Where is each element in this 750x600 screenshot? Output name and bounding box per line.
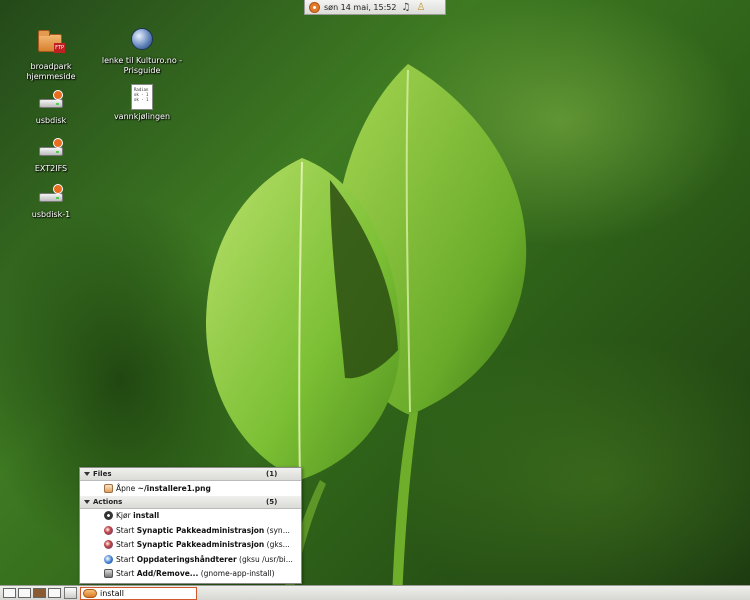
- workspace-2[interactable]: [18, 588, 31, 598]
- result-item-update-manager[interactable]: Start Oppdateringshåndterer (gksu /usr/b…: [80, 552, 301, 567]
- result-suffix: (gnome-app-install): [198, 569, 275, 579]
- result-name: ~/installere1.png: [137, 483, 211, 493]
- section-header-files[interactable]: Files (1): [80, 468, 301, 481]
- deskbar-search-box[interactable]: [80, 587, 197, 600]
- workspace-3[interactable]: [33, 588, 46, 598]
- result-prefix: Start: [116, 554, 137, 564]
- gear-icon: [104, 511, 113, 521]
- result-name: install: [133, 511, 160, 521]
- add-remove-apps-icon: [104, 569, 113, 579]
- result-prefix: Åpne: [116, 483, 138, 493]
- desktop-icon-usbdisk[interactable]: usbdisk: [6, 88, 96, 126]
- result-item-open-file[interactable]: Åpne ~/installere1.png: [80, 481, 301, 496]
- result-prefix: Start: [116, 525, 137, 535]
- desktop-icon-label: vannkjølingen: [113, 112, 171, 121]
- removable-drive-icon: [38, 182, 64, 208]
- section-title: Files: [93, 470, 112, 478]
- ftp-folder-icon: FTP: [38, 30, 65, 60]
- section-count: (5): [266, 497, 278, 506]
- image-file-icon: [104, 483, 113, 493]
- synaptic-package-icon: [104, 525, 113, 535]
- desktop-icon-broadpark[interactable]: FTP broadpark hjemmeside: [6, 28, 96, 82]
- update-manager-icon: [104, 554, 113, 564]
- show-desktop-icon[interactable]: [64, 587, 77, 599]
- text-document-icon: Radian ok - 1 ok - 1: [129, 84, 155, 110]
- result-name: Synaptic Pakkeadministrasjon: [136, 540, 265, 550]
- result-item-add-remove[interactable]: Start Add/Remove... (gnome-app-install): [80, 567, 301, 582]
- workspace-1[interactable]: [3, 588, 16, 598]
- section-header-actions[interactable]: Actions (5): [80, 495, 301, 509]
- section-count: (1): [266, 470, 278, 478]
- result-item-synaptic-1[interactable]: Start Synaptic Pakkeadministrasjon (syn.…: [80, 523, 301, 538]
- section-title: Actions: [93, 497, 123, 506]
- deskbar-results-popup: Files (1) Åpne ~/installere1.png Actions…: [79, 467, 302, 584]
- search-input[interactable]: [100, 589, 190, 598]
- collapse-triangle-icon[interactable]: [84, 472, 90, 476]
- result-prefix: Start: [116, 569, 137, 579]
- music-note-icon[interactable]: ♫: [400, 2, 411, 13]
- doc-preview-line: ok - 1: [134, 97, 149, 102]
- removable-drive-icon: [38, 88, 64, 114]
- removable-drive-icon: [38, 136, 64, 162]
- desktop-icon-kulturo[interactable]: lenke til Kulturo.no - Prisguide: [97, 28, 187, 76]
- top-panel: søn 14 mai, 15:52 ♫ ♙: [304, 0, 446, 15]
- workspace-switcher: [3, 588, 61, 598]
- result-prefix: Start: [116, 540, 137, 550]
- panel-clock[interactable]: søn 14 mai, 15:52: [324, 3, 396, 12]
- desktop-icon-ext2ifs[interactable]: EXT2IFS: [6, 136, 96, 174]
- desktop-icon-label: usbdisk: [35, 116, 67, 125]
- desktop-icon-label: usbdisk-1: [31, 210, 71, 219]
- result-item-run-install[interactable]: Kjør install: [80, 509, 301, 524]
- globe-link-icon: [129, 28, 155, 54]
- result-item-synaptic-2[interactable]: Start Synaptic Pakkeadministrasjon (gks.…: [80, 538, 301, 553]
- collapse-triangle-icon[interactable]: [84, 499, 90, 504]
- desktop-icon-usbdisk-1[interactable]: usbdisk-1: [6, 182, 96, 220]
- result-suffix: (syn...: [264, 525, 290, 535]
- desktop-icon-label: lenke til Kulturo.no - Prisguide: [101, 56, 183, 75]
- result-suffix: (gks...: [264, 540, 290, 550]
- desktop-icon-label: EXT2IFS: [34, 164, 68, 173]
- desktop-icon-label: broadpark hjemmeside: [26, 62, 76, 81]
- result-prefix: Kjør: [116, 511, 134, 521]
- desktop-icon-vannkjolingen[interactable]: Radian ok - 1 ok - 1 vannkjølingen: [97, 84, 187, 122]
- result-suffix: (gksu /usr/bi...: [236, 554, 293, 564]
- bottom-panel: [0, 585, 750, 600]
- deskbar-search-icon[interactable]: [83, 589, 97, 598]
- ubuntu-logo-icon[interactable]: [309, 1, 320, 13]
- workspace-4[interactable]: [48, 588, 61, 598]
- synaptic-package-icon: [104, 540, 113, 550]
- result-name: Oppdateringshåndterer: [136, 554, 237, 564]
- result-name: Add/Remove...: [136, 569, 199, 579]
- user-icon[interactable]: ♙: [415, 2, 426, 13]
- result-name: Synaptic Pakkeadministrasjon: [136, 525, 265, 535]
